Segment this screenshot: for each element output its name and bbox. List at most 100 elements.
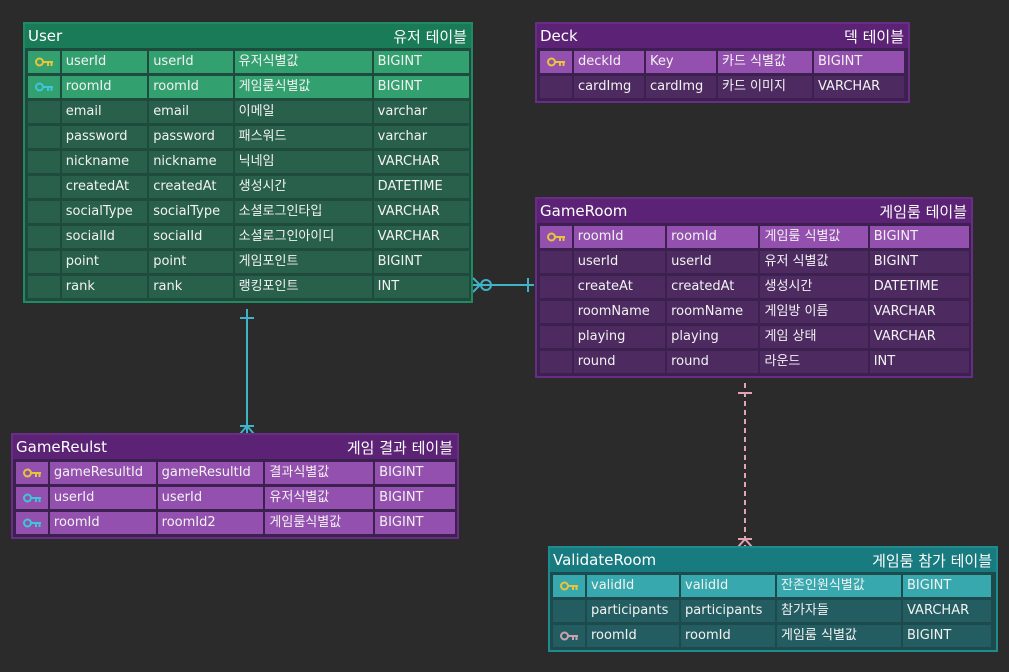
column-type: VARCHAR (373, 226, 469, 248)
column-name: userId (573, 251, 666, 273)
key-cell (540, 251, 572, 273)
column-field: userId (667, 251, 759, 273)
column-field: nickname (149, 151, 233, 173)
column-type: BIGINT (869, 251, 970, 273)
table-row[interactable]: roomId roomId 게임룸식별값 BIGINT (28, 76, 471, 101)
column-field: password (149, 126, 233, 148)
key-cell (28, 126, 60, 148)
key-cell (540, 351, 572, 373)
column-type: BIGINT (814, 51, 904, 73)
table-label: 유저 테이블 (393, 27, 467, 46)
table-header[interactable]: ValidateRoom 게임룸 참가 테이블 (550, 548, 996, 572)
column-name: roomId (61, 76, 148, 98)
table-gameresult[interactable]: GameReulst 게임 결과 테이블 gameResultId gameResul… (11, 433, 459, 539)
column-name: validId (587, 575, 679, 597)
table-row[interactable]: createdAt createdAt 생성시간 DATETIME (28, 176, 471, 201)
key-foreign-icon (34, 82, 53, 92)
key-cell (16, 512, 48, 534)
table-row[interactable]: deckId Key 카드 식별값 BIGINT (540, 51, 908, 76)
table-gameroom[interactable]: GameRoom 게임룸 테이블 roomId roomId 게임룸 식별값 BIGINT… (535, 197, 973, 378)
key-cell (28, 226, 60, 248)
table-row[interactable]: cardImg cardImg 카드 이미지 VARCHAR (540, 76, 908, 101)
column-description: 참가자들 (777, 600, 901, 622)
key-cell (540, 301, 572, 323)
column-name: userId (49, 487, 156, 509)
key-cell (553, 575, 585, 597)
table-row[interactable]: roomId roomId 게임룸 식별값 BIGINT (540, 226, 971, 251)
key-foreign-icon (22, 493, 41, 503)
column-name: socialType (61, 201, 148, 223)
table-row[interactable]: userId userId 유저 식별값 BIGINT (540, 251, 971, 276)
column-description: 게임룸식별값 (234, 76, 372, 98)
column-field: point (149, 251, 233, 273)
column-name: cardImg (574, 76, 644, 98)
table-name: GameReulst (16, 438, 108, 456)
column-description: 생성시간 (760, 276, 868, 298)
column-type: varchar (373, 126, 469, 148)
key-cell (540, 276, 572, 298)
column-description: 게임방 이름 (760, 301, 868, 323)
table-row[interactable]: gameResultId gameResultId 결과식별값 BIGINT (16, 462, 457, 487)
column-type: VARCHAR (373, 201, 469, 223)
key-cell (28, 176, 60, 198)
table-row[interactable]: point point 게임포인트 BIGINT (28, 251, 471, 276)
key-cell (28, 76, 60, 98)
table-row[interactable]: password password 패스워드 varchar (28, 126, 471, 151)
column-type: VARCHAR (869, 301, 970, 323)
key-primary-icon (546, 232, 565, 242)
table-validateroom[interactable]: ValidateRoom 게임룸 참가 테이블 validId validId 잔존인원… (548, 546, 998, 652)
link-user-gameroom-crowfoot (472, 277, 482, 293)
table-row[interactable]: userId userId 유저식별값 BIGINT (16, 487, 457, 512)
table-header[interactable]: GameRoom 게임룸 테이블 (537, 199, 971, 223)
table-header[interactable]: User 유저 테이블 (25, 24, 471, 48)
table-header[interactable]: GameReulst 게임 결과 테이블 (13, 435, 457, 459)
table-user[interactable]: User 유저 테이블 userId userId 유저식별값 BIGINT roomId r… (23, 22, 473, 303)
column-name: nickname (61, 151, 148, 173)
table-row[interactable]: roomName roomName 게임방 이름 VARCHAR (540, 301, 971, 326)
table-row[interactable]: createAt createdAt 생성시간 DATETIME (540, 276, 971, 301)
column-type: BIGINT (373, 251, 469, 273)
table-rows: deckId Key 카드 식별값 BIGINT cardImg cardImg 카드 이미… (537, 48, 908, 101)
column-description: 카드 식별값 (718, 51, 812, 73)
key-cell (540, 326, 572, 348)
column-type: VARCHAR (869, 326, 970, 348)
table-name: Deck (540, 27, 578, 45)
table-row[interactable]: roomId roomId 게임룸 식별값 BIGINT (553, 625, 996, 650)
column-name: rank (61, 276, 148, 298)
table-row[interactable]: email email 이메일 varchar (28, 101, 471, 126)
column-name: gameResultId (49, 462, 156, 484)
key-primary-icon (547, 57, 565, 67)
column-field: userId (149, 51, 233, 73)
column-field: participants (681, 600, 775, 622)
column-name: createdAt (61, 176, 148, 198)
column-description: 게임룸식별값 (265, 512, 374, 534)
table-row[interactable]: roomId roomId2 게임룸식별값 BIGINT (16, 512, 457, 537)
table-name: User (28, 27, 63, 45)
table-label: 게임룸 참가 테이블 (872, 551, 992, 570)
column-name: deckId (574, 51, 644, 73)
column-type: VARCHAR (814, 76, 904, 98)
table-row[interactable]: rank rank 랭킹포인트 INT (28, 276, 471, 301)
table-row[interactable]: participants participants 참가자들 VARCHAR (553, 600, 996, 625)
key-cell (28, 201, 60, 223)
table-row[interactable]: socialType socialType 소셜로그인타입 VARCHAR (28, 201, 471, 226)
table-row[interactable]: userId userId 유저식별값 BIGINT (28, 51, 471, 76)
table-header[interactable]: Deck 덱 테이블 (537, 24, 908, 48)
column-name: userId (61, 51, 148, 73)
table-row[interactable]: round round 라운드 INT (540, 351, 971, 376)
column-field: roomName (667, 301, 759, 323)
column-field: Key (646, 51, 716, 73)
table-row[interactable]: nickname nickname 닉네임 VARCHAR (28, 151, 471, 176)
key-cell (28, 51, 60, 73)
table-row[interactable]: playing playing 게임 상태 VARCHAR (540, 326, 971, 351)
table-row[interactable]: socialId socialId 소셜로그인아이디 VARCHAR (28, 226, 471, 251)
table-row[interactable]: validId validId 잔존인원식별값 BIGINT (553, 575, 996, 600)
erd-canvas: User 유저 테이블 userId userId 유저식별값 BIGINT roomId r… (0, 0, 1009, 672)
table-rows: roomId roomId 게임룸 식별값 BIGINT userId userId 유저 … (537, 223, 971, 376)
column-type: DATETIME (373, 176, 469, 198)
table-deck[interactable]: Deck 덱 테이블 deckId Key 카드 식별값 BIGINT cardImg car… (535, 22, 910, 103)
column-type: BIGINT (373, 51, 469, 73)
column-name: participants (587, 600, 679, 622)
column-field: email (149, 101, 233, 123)
key-cell (28, 151, 60, 173)
